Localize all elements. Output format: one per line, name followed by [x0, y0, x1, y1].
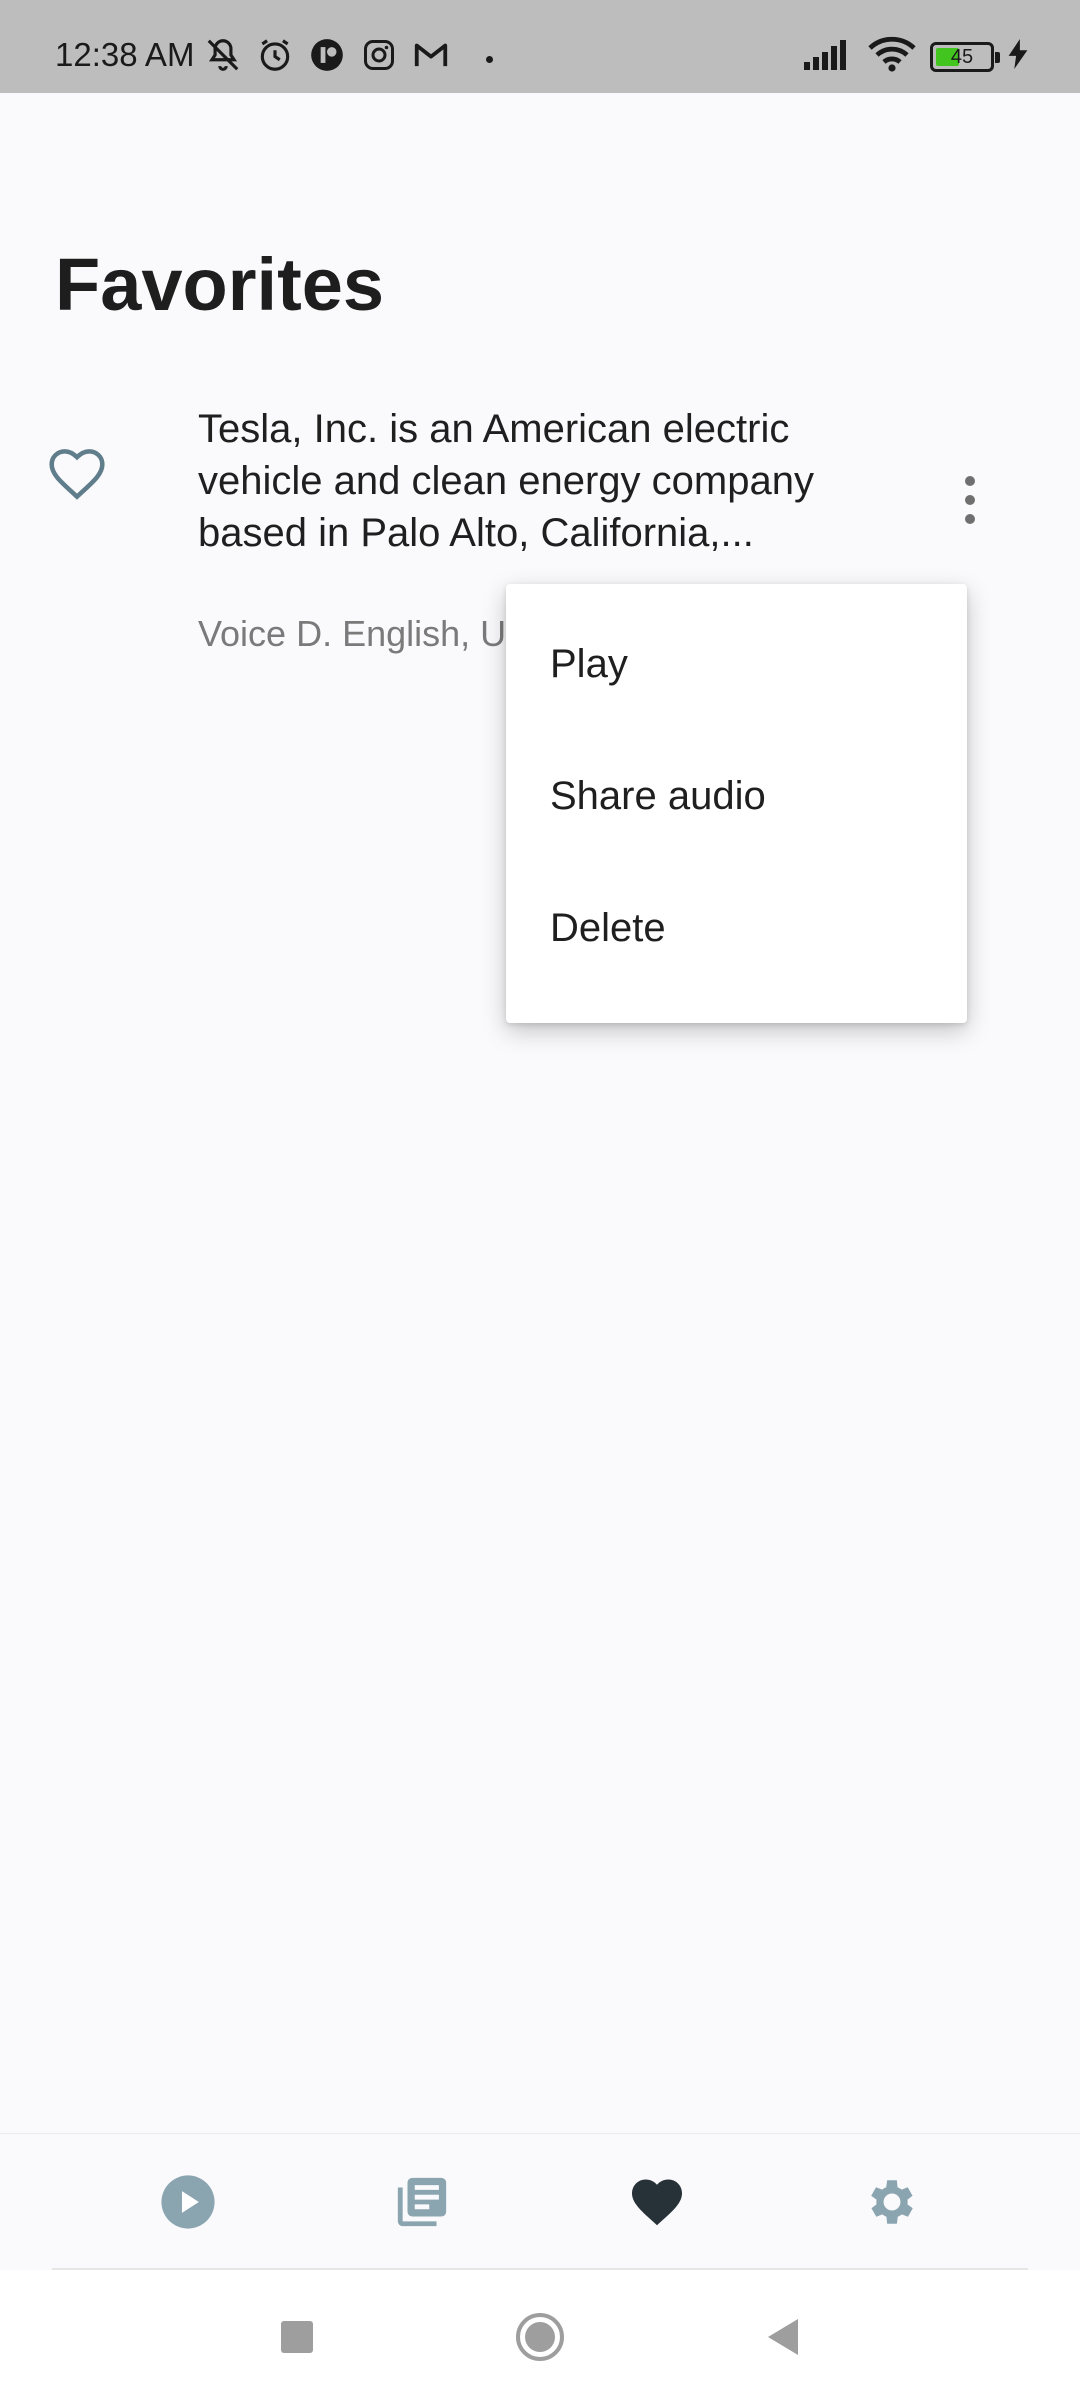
favorite-voice-label: Voice D. English, U	[198, 613, 507, 654]
back-button[interactable]	[756, 2312, 810, 2366]
more-dot	[965, 495, 975, 505]
wifi-icon	[868, 36, 916, 77]
back-triangle-icon	[764, 2317, 802, 2362]
circle-icon	[514, 2311, 566, 2368]
app-icon	[308, 36, 346, 74]
settings-icon	[863, 2173, 921, 2236]
nav-play[interactable]	[158, 2174, 218, 2234]
play-circle-icon	[159, 2173, 217, 2236]
alarm-icon	[256, 36, 294, 74]
system-icons: 45	[804, 36, 1028, 77]
nav-settings[interactable]	[862, 2174, 922, 2234]
status-time: 12:38 AM	[55, 36, 195, 73]
more-notifications-dot	[486, 56, 493, 63]
battery-level: 45	[950, 45, 974, 68]
nav-favorites[interactable]	[627, 2174, 687, 2234]
gmail-icon	[412, 36, 450, 74]
options-popup-menu: Play Share audio Delete	[506, 584, 967, 1023]
status-bar: 12:38 AM 45	[0, 0, 1080, 93]
more-options-button[interactable]	[940, 460, 1000, 540]
notification-icons	[204, 36, 450, 74]
menu-item-share-audio[interactable]: Share audio	[506, 730, 967, 862]
charging-icon	[1008, 39, 1028, 74]
system-navigation-bar	[0, 2270, 1080, 2400]
battery-cap	[995, 51, 1000, 63]
more-dot	[965, 476, 975, 486]
page-title: Favorites	[55, 243, 385, 326]
more-dot	[965, 514, 975, 524]
recents-button[interactable]	[270, 2312, 324, 2366]
bottom-navigation	[0, 2133, 1080, 2269]
home-button[interactable]	[513, 2312, 567, 2366]
nav-library[interactable]	[392, 2174, 452, 2234]
mute-icon	[204, 36, 242, 74]
menu-item-play[interactable]: Play	[506, 598, 967, 730]
library-icon	[393, 2173, 451, 2236]
favorite-text: Tesla, Inc. is an American electric vehi…	[198, 407, 814, 555]
menu-item-delete[interactable]: Delete	[506, 862, 967, 994]
signal-icon	[804, 38, 854, 75]
instagram-icon	[360, 36, 398, 74]
heart-icon	[627, 2172, 687, 2237]
square-icon	[279, 2319, 315, 2360]
battery-icon: 45	[930, 41, 1000, 72]
heart-outline-icon[interactable]	[45, 442, 109, 506]
